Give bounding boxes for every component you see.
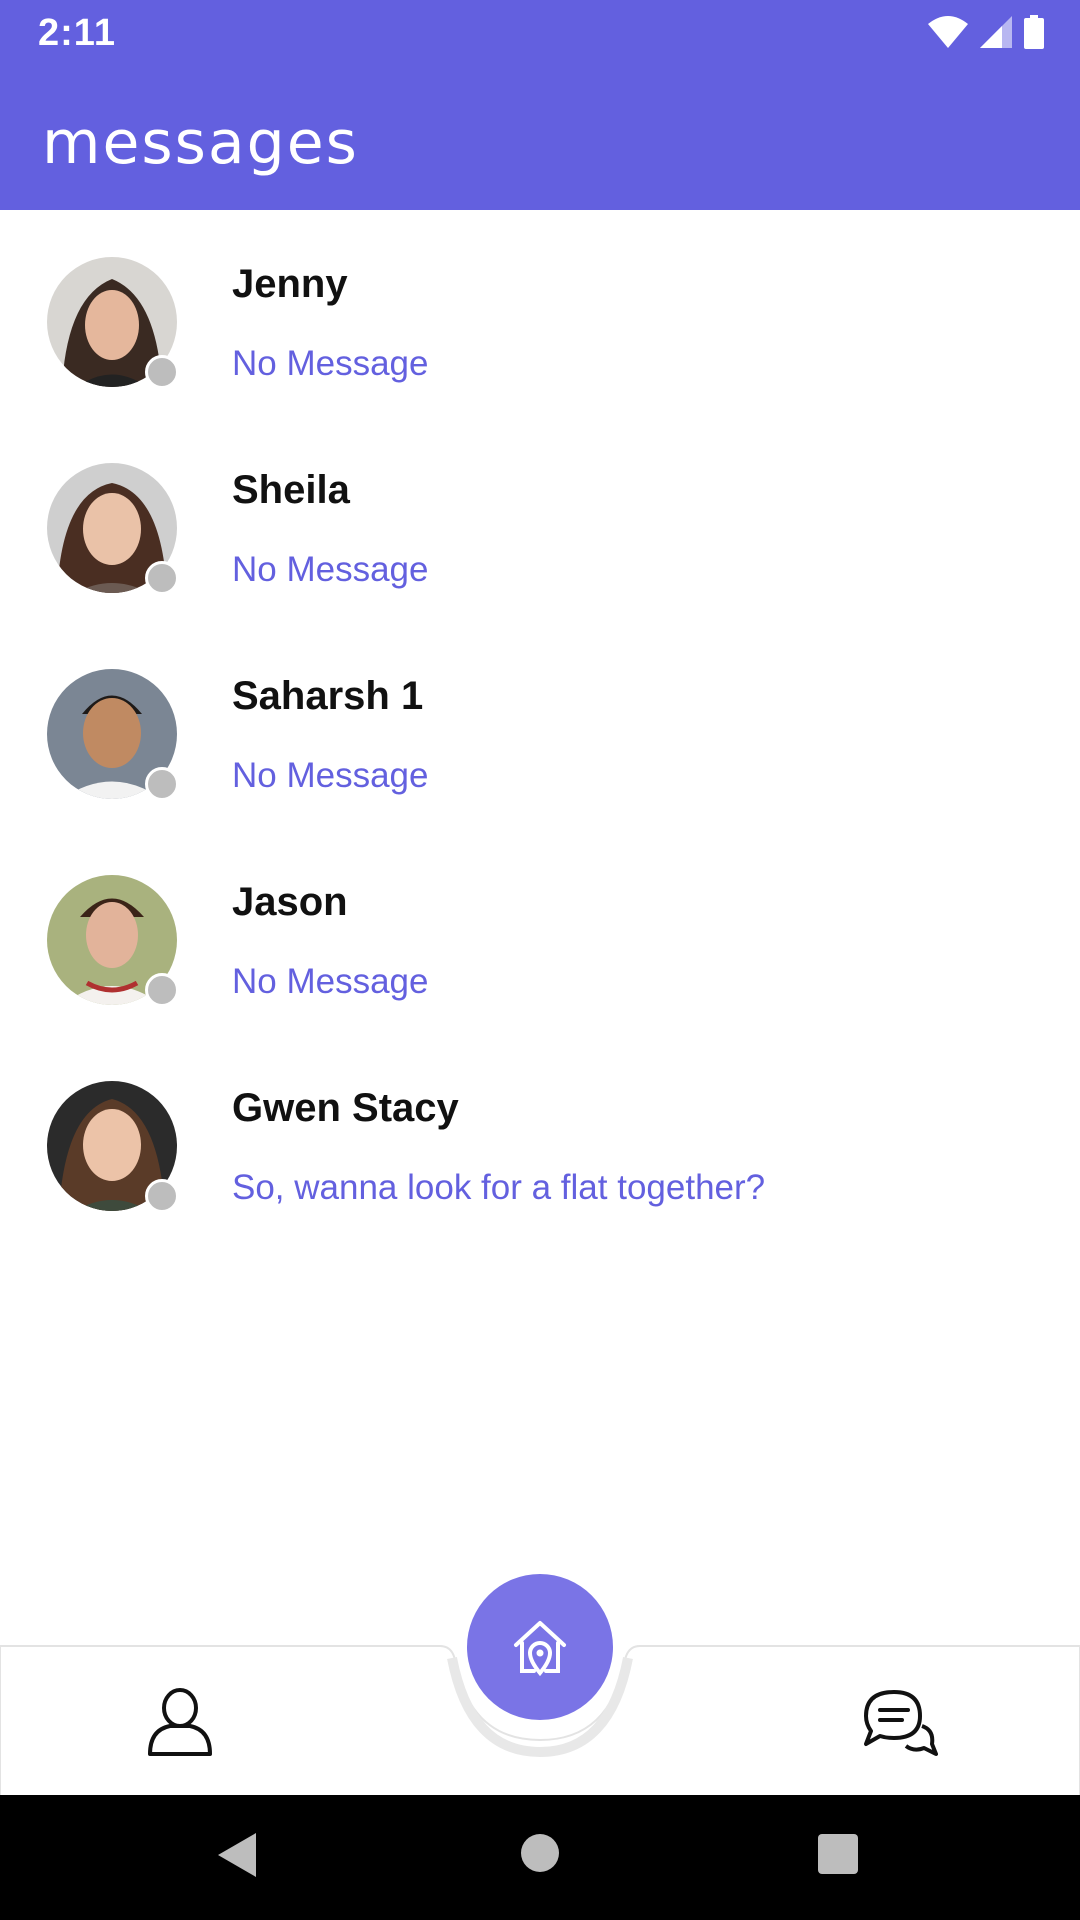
- conversation-row[interactable]: Gwen Stacy So, wanna look for a flat tog…: [0, 1034, 1080, 1240]
- message-preview: No Message: [232, 962, 429, 1001]
- contact-name: Jenny: [232, 262, 348, 306]
- conversation-row[interactable]: Saharsh 1 No Message: [0, 622, 1080, 828]
- message-preview: No Message: [232, 344, 429, 383]
- presence-indicator: [145, 561, 179, 595]
- presence-indicator: [145, 973, 179, 1007]
- conversation-list: Jenny No Message Sheila No Message Sahar…: [0, 210, 1080, 1240]
- status-time: 2:11: [38, 12, 116, 54]
- contact-name: Jason: [232, 880, 348, 924]
- contact-name: Saharsh 1: [232, 674, 424, 718]
- home-icon[interactable]: [521, 1834, 559, 1872]
- conversation-row[interactable]: Jason No Message: [0, 828, 1080, 1034]
- presence-indicator: [145, 767, 179, 801]
- message-preview: So, wanna look for a flat together?: [232, 1168, 766, 1207]
- battery-icon: [1024, 15, 1044, 49]
- messages-screen: 2:11 messages Jenny No Message Sheila No…: [0, 0, 1080, 1920]
- system-navigation-bar: [0, 1795, 1080, 1920]
- recents-icon[interactable]: [818, 1834, 858, 1874]
- contact-name: Gwen Stacy: [232, 1086, 459, 1130]
- back-icon[interactable]: [218, 1833, 258, 1877]
- presence-indicator: [145, 1179, 179, 1213]
- home-location-icon: [514, 1621, 566, 1677]
- conversation-row[interactable]: Sheila No Message: [0, 416, 1080, 622]
- presence-indicator: [145, 355, 179, 389]
- app-bar: 2:11 messages: [0, 0, 1080, 210]
- message-preview: No Message: [232, 756, 429, 795]
- signal-icon: [980, 16, 1012, 48]
- wifi-icon: [928, 16, 968, 48]
- contact-name: Sheila: [232, 468, 350, 512]
- conversation-row[interactable]: Jenny No Message: [0, 210, 1080, 416]
- page-title: messages: [42, 108, 359, 178]
- home-location-button[interactable]: [467, 1574, 613, 1720]
- status-icons: [928, 14, 1044, 50]
- chat-bubbles-icon[interactable]: [862, 1686, 938, 1758]
- message-preview: No Message: [232, 550, 429, 589]
- profile-icon[interactable]: [144, 1686, 216, 1758]
